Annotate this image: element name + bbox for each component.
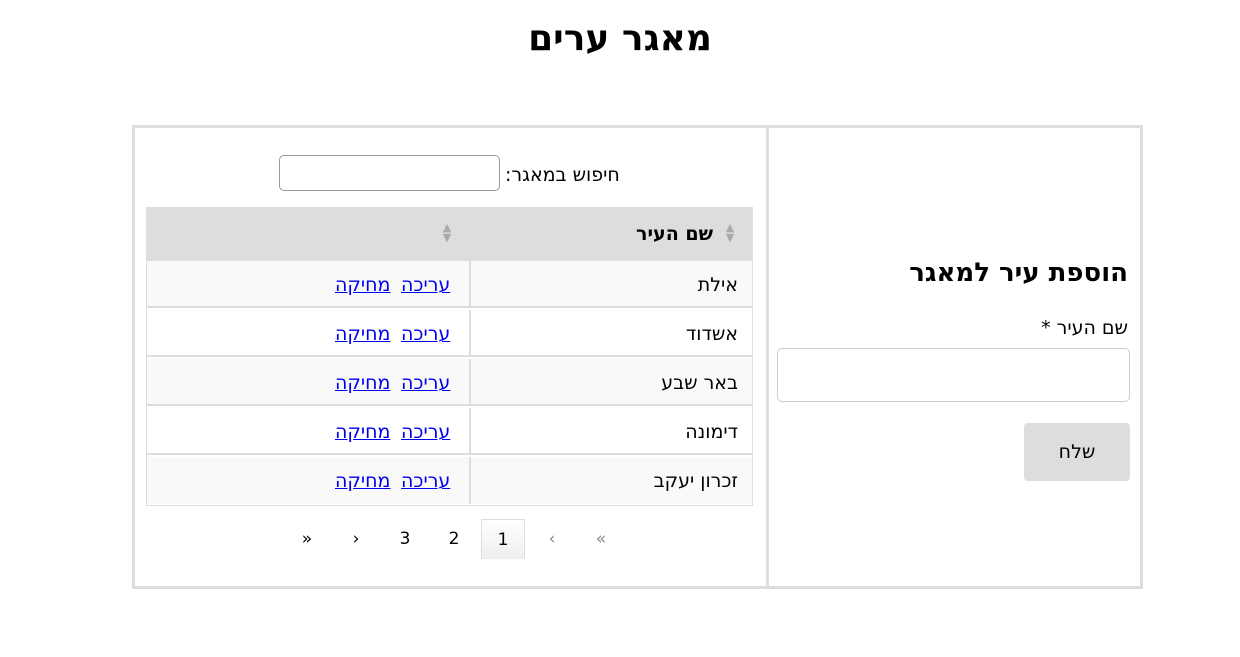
cell-divider	[469, 457, 471, 504]
sort-icon[interactable]: ▲ ▼	[441, 222, 453, 247]
cell-divider	[469, 261, 471, 306]
submit-button[interactable]: שלח	[1024, 423, 1130, 481]
next-page-button[interactable]: ›	[334, 519, 378, 559]
city-name-cell: זכרון יעקב	[653, 470, 738, 492]
edit-link[interactable]: עריכה	[401, 322, 450, 346]
main-container: הוספת עיר למאגר שם העיר * שלח חיפוש במאג…	[132, 125, 1143, 589]
delete-link[interactable]: מחיקה	[335, 273, 390, 297]
delete-link[interactable]: מחיקה	[335, 420, 390, 444]
panel-divider	[766, 128, 769, 586]
search-input[interactable]	[279, 155, 500, 191]
edit-link[interactable]: עריכה	[401, 469, 450, 493]
table-row: אילת עריכה מחיקה	[147, 261, 752, 308]
city-name-cell: דימונה	[685, 421, 738, 443]
last-page-button[interactable]: »	[285, 519, 329, 559]
column-header-city-name[interactable]: שם העיר	[636, 222, 713, 246]
city-name-cell: אשדוד	[685, 323, 738, 345]
prev-page-button[interactable]: ‹	[530, 519, 574, 559]
search-label: חיפוש במאגר:	[505, 164, 620, 186]
city-name-label: שם העיר *	[1041, 317, 1128, 339]
city-name-input[interactable]	[777, 348, 1130, 402]
table-row: אשדוד עריכה מחיקה	[147, 310, 752, 357]
table-row: דימונה עריכה מחיקה	[147, 408, 752, 455]
edit-link[interactable]: עריכה	[401, 371, 450, 395]
page-button-1[interactable]: 1	[481, 519, 525, 559]
page-button-3[interactable]: 3	[383, 519, 427, 559]
add-city-title: הוספת עיר למאגר	[909, 258, 1128, 288]
edit-link[interactable]: עריכה	[401, 420, 450, 444]
edit-link[interactable]: עריכה	[401, 273, 450, 297]
sort-icon[interactable]: ▲ ▼	[724, 222, 736, 247]
delete-link[interactable]: מחיקה	[335, 322, 390, 346]
city-name-cell: אילת	[697, 274, 738, 296]
first-page-button[interactable]: «	[579, 519, 623, 559]
table-row: באר שבע עריכה מחיקה	[147, 359, 752, 406]
page-title: מאגר ערים	[528, 18, 712, 59]
cell-divider	[469, 408, 471, 453]
city-name-cell: באר שבע	[661, 372, 738, 394]
delete-link[interactable]: מחיקה	[335, 371, 390, 395]
page-button-2[interactable]: 2	[432, 519, 476, 559]
table-header: שם העיר ▲ ▼ ▲ ▼	[146, 207, 753, 261]
table-body: אילת עריכה מחיקה אשדוד עריכה מחיקה באר ש…	[146, 261, 753, 506]
table-row: זכרון יעקב עריכה מחיקה	[147, 457, 752, 504]
delete-link[interactable]: מחיקה	[335, 469, 390, 493]
cell-divider	[469, 310, 471, 355]
cell-divider	[469, 359, 471, 404]
